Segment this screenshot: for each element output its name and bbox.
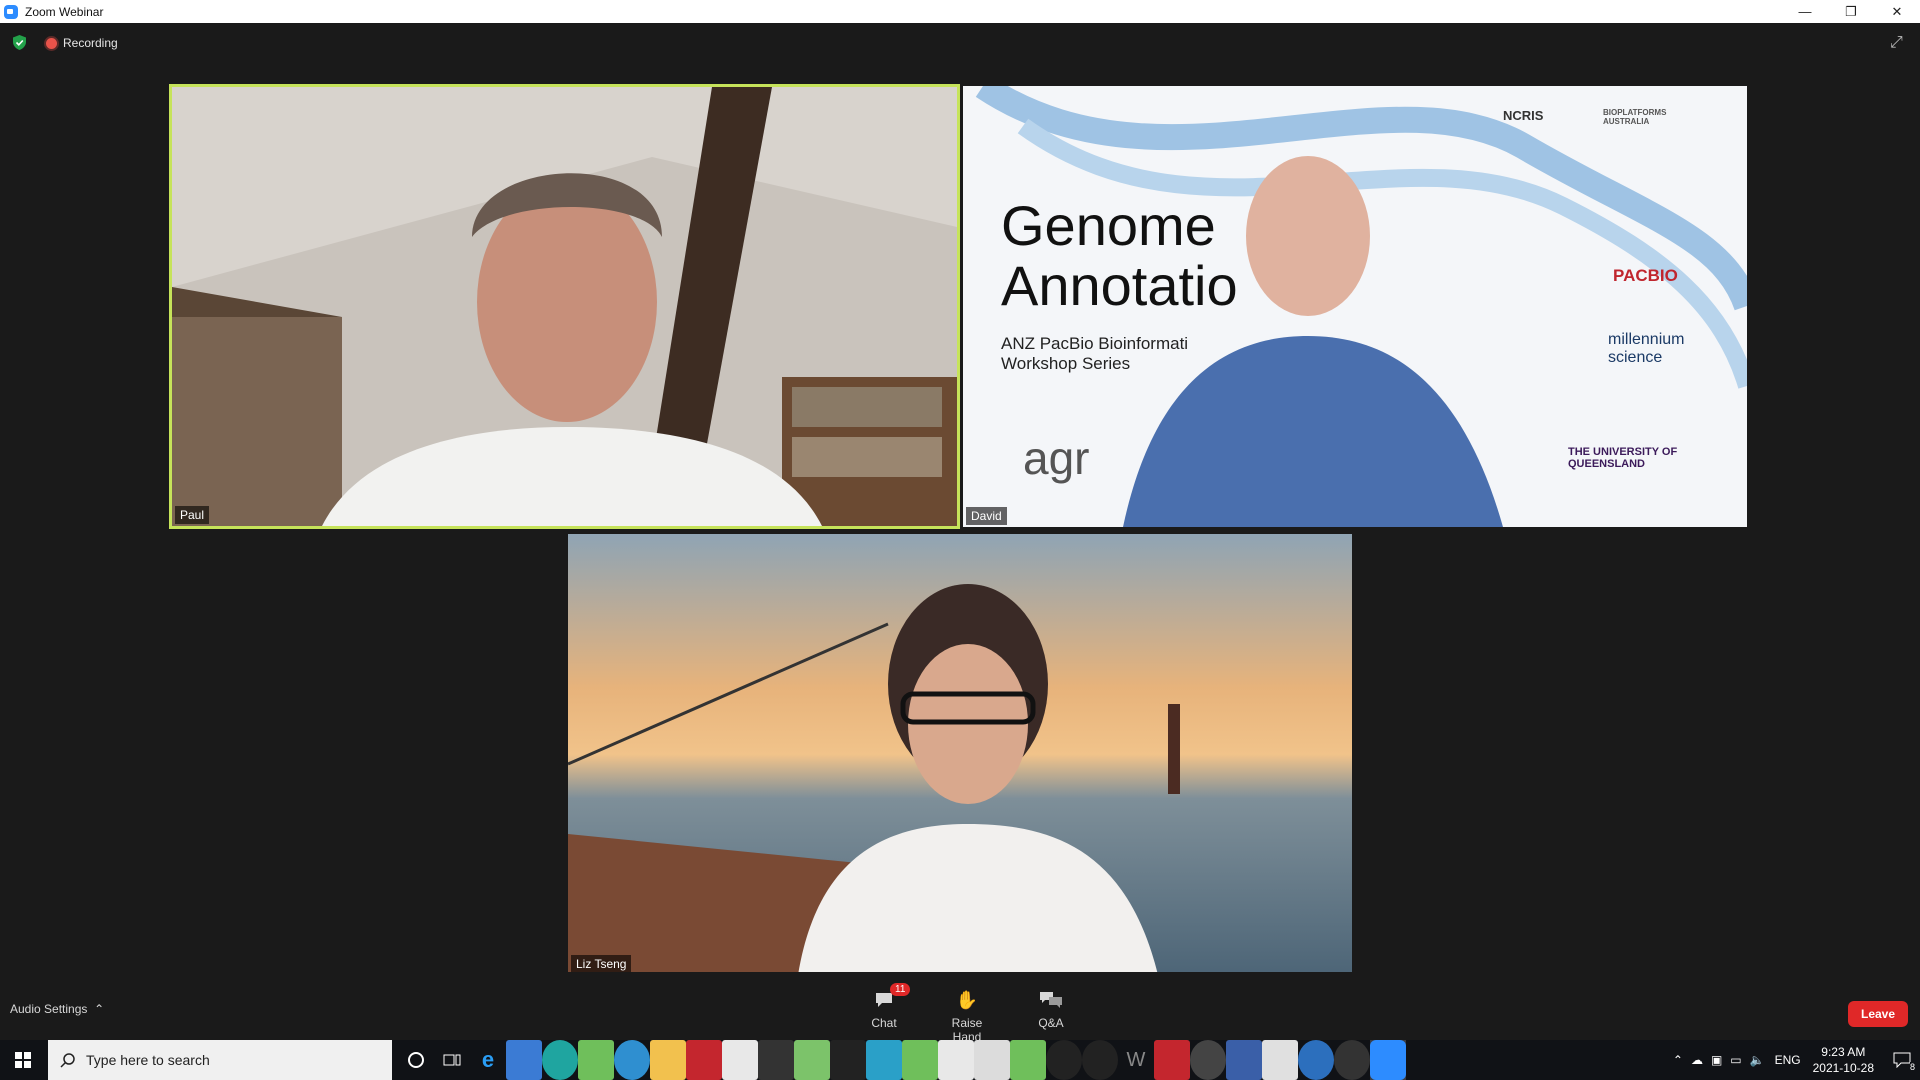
r-app-icon[interactable] — [1298, 1040, 1334, 1080]
calendar-app-icon[interactable] — [506, 1040, 542, 1080]
chat-badge: 11 — [890, 983, 911, 996]
github-icon[interactable] — [1190, 1040, 1226, 1080]
clock-time: 9:23 AM — [1821, 1045, 1866, 1059]
slide-title-line1: Genome — [1001, 194, 1216, 257]
wikipedia-icon[interactable]: W — [1118, 1040, 1154, 1080]
chat-label: Chat — [871, 1016, 897, 1030]
task-view-icon[interactable] — [434, 1040, 470, 1080]
participant-name: David — [966, 507, 1007, 525]
word-app-icon[interactable] — [938, 1040, 974, 1080]
video-tile-paul[interactable]: Paul — [169, 84, 960, 529]
meeting-toolbar: Audio Settings ⌃ 11 Chat ✋ Raise Hand Q&… — [0, 972, 1920, 1044]
gu-app-icon[interactable] — [830, 1040, 866, 1080]
clock-date: 2021-10-28 — [1812, 1061, 1874, 1075]
windows-taskbar: Type here to search e W ⌃ ☁ ▣ ▭ 🔈 ENG 9:… — [0, 1040, 1920, 1080]
participant-name: Paul — [175, 506, 210, 524]
meeting-area: Recording ⤢ Paul Genome Annotatio ANZ Pa… — [0, 23, 1920, 1044]
docs-app-icon[interactable] — [974, 1040, 1010, 1080]
document-app-icon[interactable] — [1262, 1040, 1298, 1080]
pacbio-logo: PACBIO — [1613, 266, 1678, 285]
chevron-up-icon[interactable]: ⌃ — [1673, 1053, 1683, 1067]
recording-icon — [46, 37, 57, 49]
notification-count: 8 — [1909, 1062, 1915, 1072]
notes-app-icon[interactable] — [866, 1040, 902, 1080]
slide-subtitle-line1: ANZ PacBio Bioinformati — [1001, 334, 1189, 353]
restore-button[interactable]: ❐ — [1828, 0, 1874, 23]
shield-icon[interactable] — [13, 35, 26, 50]
red-app-icon[interactable] — [686, 1040, 722, 1080]
recording-label: Recording — [63, 36, 118, 50]
dark2-app-icon[interactable] — [1082, 1040, 1118, 1080]
browser3-app-icon[interactable] — [1010, 1040, 1046, 1080]
uq-logo: THE UNIVERSITY OF QUEENSLAND — [1568, 446, 1678, 470]
audio-settings-label: Audio Settings — [10, 1002, 88, 1016]
chevron-up-icon: ⌃ — [90, 1002, 105, 1016]
cortana-icon[interactable] — [398, 1040, 434, 1080]
window-controls: — ❐ ✕ — [1782, 0, 1920, 23]
minimize-button[interactable]: — — [1782, 0, 1828, 23]
dark-app-icon[interactable] — [1046, 1040, 1082, 1080]
taskbar-pinned-apps: e W — [398, 1040, 1406, 1080]
ncris-logo: NCRIS — [1503, 108, 1544, 123]
start-button[interactable] — [0, 1040, 46, 1080]
window-title: Zoom Webinar — [25, 4, 104, 19]
agr-logo: agr — [1023, 432, 1090, 484]
zoom-taskbar-icon[interactable] — [1370, 1040, 1406, 1080]
shield-app-icon[interactable] — [1226, 1040, 1262, 1080]
fullscreen-icon[interactable]: ⤢ — [1890, 35, 1906, 51]
notification-center-icon[interactable]: 8 — [1884, 1040, 1920, 1080]
onedrive-icon[interactable]: ☁ — [1691, 1053, 1703, 1067]
device-icon[interactable]: ▣ — [1711, 1053, 1722, 1067]
close-button[interactable]: ✕ — [1874, 0, 1920, 23]
browser-app-icon[interactable] — [578, 1040, 614, 1080]
recording-indicator[interactable]: Recording — [46, 36, 118, 50]
paul-video-feed — [172, 87, 957, 526]
system-tray: ⌃ ☁ ▣ ▭ 🔈 ENG 9:23 AM 2021-10-28 8 — [1673, 1040, 1920, 1080]
window-titlebar: Zoom Webinar — ❐ ✕ — [0, 0, 1920, 23]
slide-subtitle: ANZ PacBio Bioinformati Workshop Series — [1001, 334, 1188, 374]
slide-title: Genome Annotatio — [1001, 196, 1238, 316]
leave-button[interactable]: Leave — [1848, 1001, 1908, 1027]
network-icon[interactable]: ▭ — [1730, 1053, 1741, 1067]
acrobat-icon[interactable] — [1154, 1040, 1190, 1080]
zoom-app-icon — [4, 4, 18, 19]
search-placeholder: Type here to search — [86, 1052, 210, 1068]
globe-app-icon[interactable] — [614, 1040, 650, 1080]
video-tile-david[interactable]: Genome Annotatio ANZ PacBio Bioinformati… — [963, 86, 1747, 527]
slide-subtitle-line2: Workshop Series — [1001, 354, 1131, 373]
edge-icon[interactable] — [542, 1040, 578, 1080]
qa-button[interactable]: Q&A — [1021, 988, 1081, 1030]
language-indicator[interactable]: ENG — [1775, 1053, 1801, 1067]
pdf-app-icon[interactable] — [722, 1040, 758, 1080]
raise-hand-button[interactable]: ✋ Raise Hand — [937, 988, 997, 1045]
millennium-science-logo: millennium science — [1608, 331, 1685, 366]
raise-hand-icon: ✋ — [955, 989, 979, 1010]
slide-title-line2: Annotatio — [1001, 254, 1238, 317]
internet-explorer-icon[interactable]: e — [470, 1040, 506, 1080]
taskbar-clock[interactable]: 9:23 AM 2021-10-28 — [1813, 1044, 1874, 1076]
gray-app-icon[interactable] — [1334, 1040, 1370, 1080]
file-explorer-icon[interactable] — [650, 1040, 686, 1080]
windows-icon — [15, 1052, 31, 1068]
browser2-app-icon[interactable] — [902, 1040, 938, 1080]
qa-label: Q&A — [1038, 1016, 1064, 1030]
volume-icon[interactable]: 🔈 — [1750, 1053, 1765, 1067]
audio-settings-button[interactable]: Audio Settings ⌃ — [10, 1002, 104, 1016]
taskbar-search-box[interactable]: Type here to search — [48, 1040, 392, 1080]
qa-icon — [1040, 992, 1062, 1008]
liz-video-feed — [568, 534, 1352, 975]
graduation-app-icon[interactable] — [758, 1040, 794, 1080]
web-app-icon[interactable] — [794, 1040, 830, 1080]
bioplatforms-logo: BIOPLATFORMS AUSTRALIA — [1603, 108, 1667, 126]
participant-name: Liz Tseng — [571, 955, 632, 973]
chat-button[interactable]: 11 Chat — [854, 983, 914, 1030]
video-tile-liz[interactable]: Liz Tseng — [568, 534, 1352, 975]
search-icon — [60, 1053, 75, 1068]
meeting-topbar: Recording ⤢ — [0, 23, 1920, 63]
